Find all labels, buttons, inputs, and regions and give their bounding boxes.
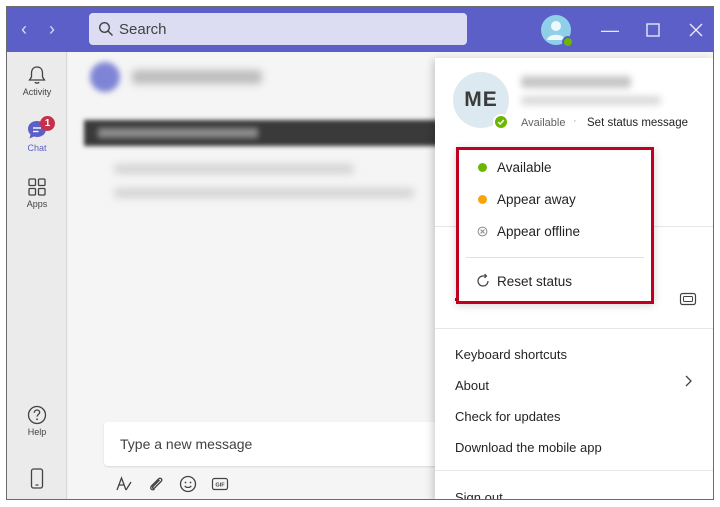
menu-item-keyboard-shortcuts[interactable]: Keyboard shortcuts [455, 347, 567, 362]
rail-item-activity[interactable]: Activity [7, 64, 67, 116]
app-rail: Activity 1 Chat Apps Help [7, 52, 67, 499]
help-icon [27, 405, 47, 425]
menu-item-about[interactable]: About [455, 378, 489, 393]
meeting-banner-text [98, 128, 258, 138]
back-arrow-icon[interactable]: ‹ [15, 19, 33, 39]
search-icon [98, 21, 113, 36]
rail-label-chat: Chat [27, 143, 47, 153]
close-icon [689, 23, 703, 37]
close-button[interactable] [683, 17, 709, 43]
maximize-icon [646, 23, 660, 37]
rail-item-mobile[interactable] [7, 460, 67, 499]
menu-item-sign-out[interactable]: Sign out [455, 490, 503, 499]
rail-label-activity: Activity [22, 87, 52, 97]
message-composer[interactable] [104, 422, 444, 466]
mobile-phone-icon [30, 468, 44, 489]
rail-item-chat[interactable]: 1 Chat [7, 116, 67, 170]
current-status-button[interactable]: Available [521, 117, 565, 129]
chat-title [132, 70, 262, 84]
avatar[interactable] [541, 15, 574, 48]
menu-item-download-mobile-app[interactable]: Download the mobile app [455, 440, 602, 455]
menu-divider [435, 470, 713, 471]
teams-window: ‹ › — [6, 6, 714, 500]
fullscreen-icon[interactable] [679, 292, 697, 306]
menu-divider [435, 328, 713, 329]
emoji-icon[interactable] [178, 474, 198, 494]
attach-icon[interactable] [146, 474, 166, 494]
unread-badge: 1 [40, 116, 55, 131]
activity-line [114, 188, 414, 198]
rail-label-help: Help [27, 427, 47, 437]
search-input[interactable] [119, 13, 449, 45]
rail-item-help[interactable]: Help [7, 404, 67, 456]
search-box[interactable] [89, 13, 467, 45]
apps-grid-icon [28, 178, 46, 196]
bell-icon [28, 66, 46, 84]
rail-item-apps[interactable]: Apps [7, 176, 67, 228]
svg-text:GIF: GIF [215, 483, 225, 489]
menu-item-check-for-updates[interactable]: Check for updates [455, 409, 561, 424]
profile-email [521, 96, 661, 105]
format-icon[interactable] [114, 474, 134, 494]
forward-arrow-icon[interactable]: › [43, 19, 61, 39]
status-dot-icon [562, 36, 574, 48]
chevron-right-icon [685, 375, 692, 387]
title-bar: ‹ › — [7, 7, 713, 52]
gif-icon[interactable]: GIF [210, 474, 230, 494]
set-status-message-button[interactable]: Set status message [587, 117, 688, 129]
available-status-icon [493, 114, 509, 130]
message-input[interactable] [120, 422, 420, 466]
activity-line [114, 164, 354, 174]
profile-name [521, 76, 631, 88]
highlight-box [456, 147, 654, 304]
maximize-button[interactable] [640, 17, 666, 43]
chat-avatar [90, 62, 120, 92]
rail-label-apps: Apps [26, 199, 48, 209]
status-separator: · [573, 115, 577, 127]
minimize-button[interactable]: — [597, 17, 623, 43]
